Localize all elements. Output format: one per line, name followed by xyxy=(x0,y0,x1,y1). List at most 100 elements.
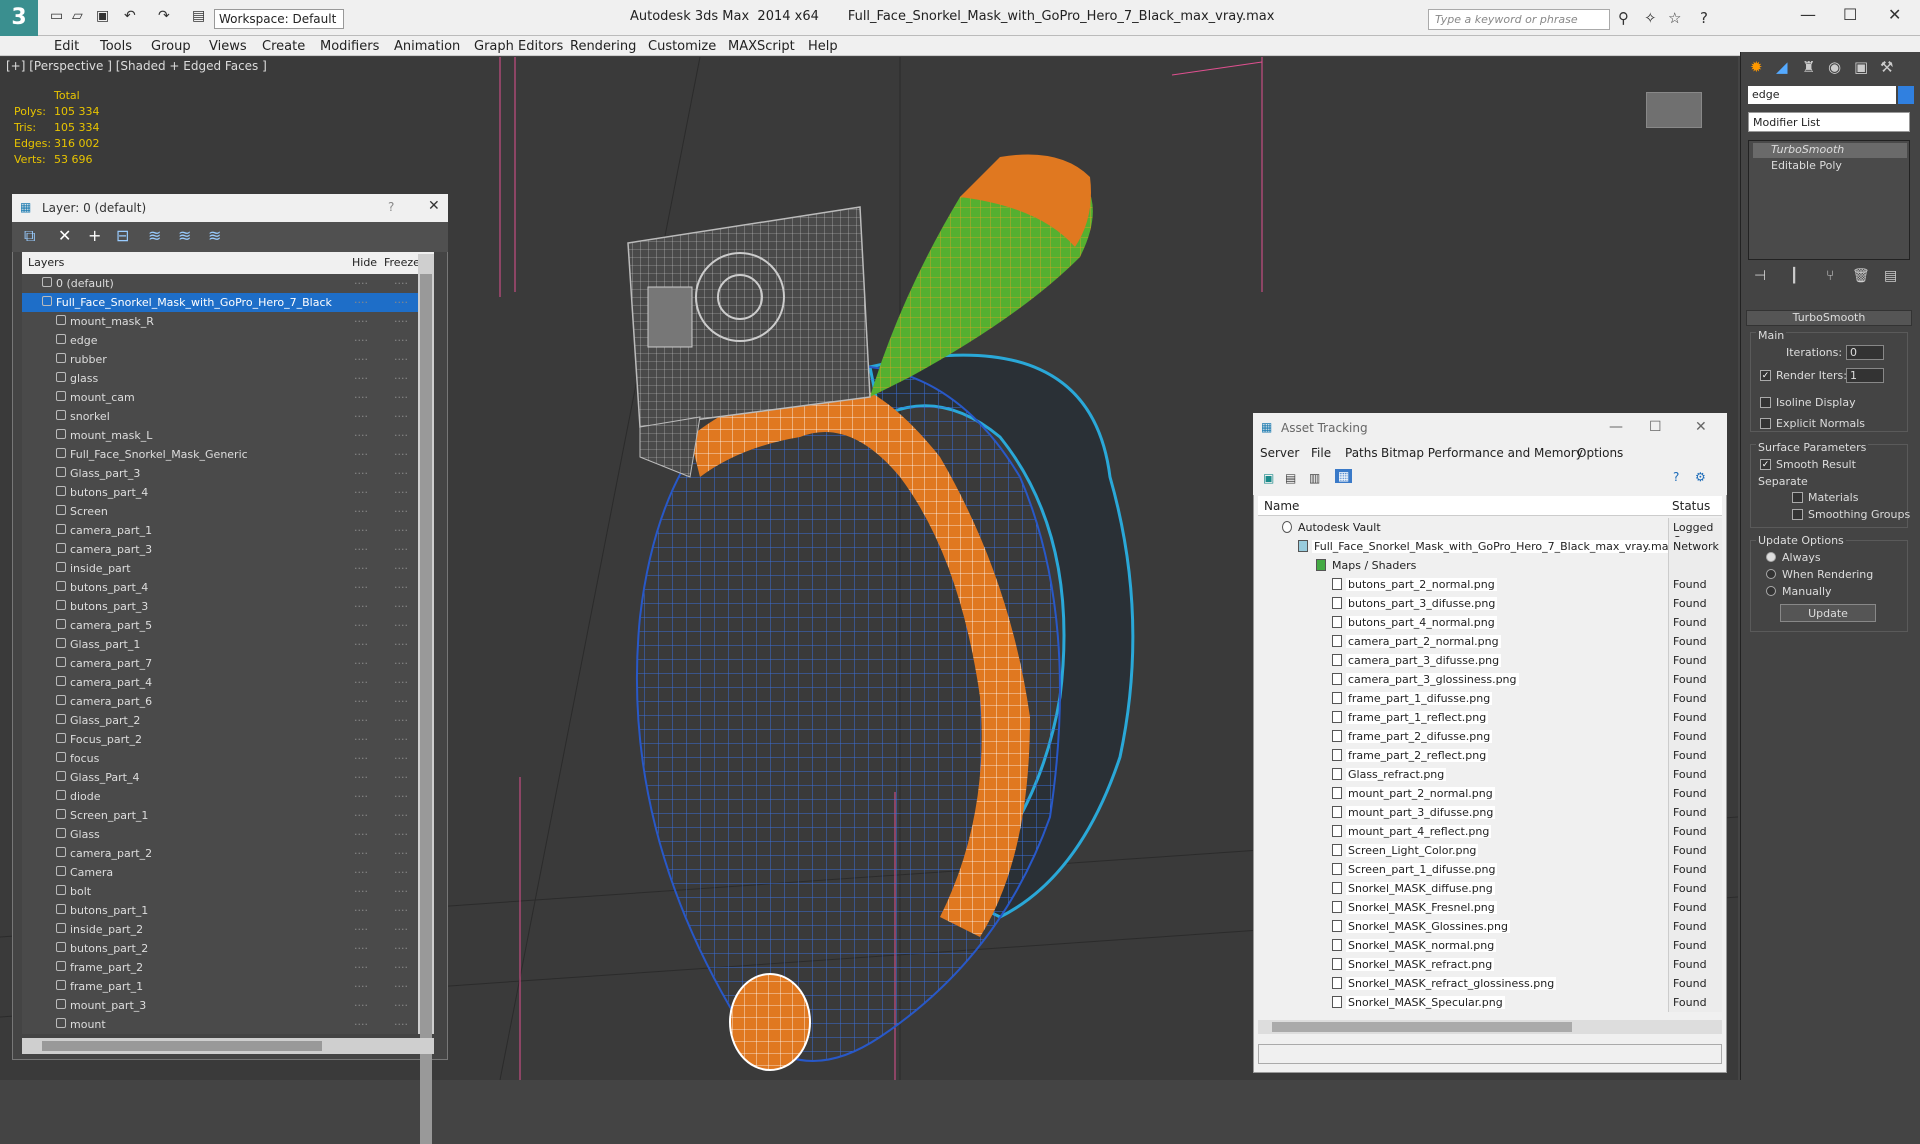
hide-toggle[interactable]: ···· xyxy=(354,961,368,974)
freeze-toggle[interactable]: ···· xyxy=(394,353,408,366)
menu-customize[interactable]: Customize xyxy=(648,39,716,54)
table-view-icon[interactable]: ▦ xyxy=(1335,469,1353,483)
viewcube[interactable] xyxy=(1646,92,1702,128)
menu-animation[interactable]: Animation xyxy=(394,39,460,54)
col-layers[interactable]: Layers xyxy=(28,256,64,269)
list-view-icon[interactable]: ▤ xyxy=(1285,471,1296,485)
add-to-layer-icon[interactable]: + xyxy=(88,226,101,245)
layer-object-row[interactable]: butons_part_1 ···· ···· xyxy=(22,901,418,920)
freeze-toggle[interactable]: ···· xyxy=(394,733,408,746)
asset-row[interactable]: frame_part_2_reflect.png Found xyxy=(1258,746,1722,765)
layer-object-row[interactable]: rubber ···· ···· xyxy=(22,350,418,369)
menu-views[interactable]: Views xyxy=(209,39,247,54)
layer-object-row[interactable]: Camera ···· ···· xyxy=(22,863,418,882)
asset-row[interactable]: Snorkel_MASK_normal.png Found xyxy=(1258,936,1722,955)
asset-path-field[interactable] xyxy=(1258,1044,1722,1064)
asset-row[interactable]: Snorkel_MASK_Specular.png Found xyxy=(1258,993,1722,1012)
freeze-toggle[interactable]: ···· xyxy=(394,315,408,328)
asset-row[interactable]: Glass_refract.png Found xyxy=(1258,765,1722,784)
layer-object-row[interactable]: butons_part_4 ···· ···· xyxy=(22,483,418,502)
asset-row[interactable]: Snorkel_MASK_Glossines.png Found xyxy=(1258,917,1722,936)
menu-server[interactable]: Server xyxy=(1260,446,1299,460)
freeze-toggle[interactable]: ···· xyxy=(394,467,408,480)
pin-stack-icon[interactable]: ⊣ xyxy=(1754,268,1766,284)
remove-modifier-icon[interactable]: 🗑 xyxy=(1852,268,1870,284)
menu-group[interactable]: Group xyxy=(151,39,191,54)
hide-toggle[interactable]: ···· xyxy=(354,486,368,499)
project-folder-icon[interactable]: ▤ xyxy=(192,8,205,24)
asset-row[interactable]: frame_part_1_difusse.png Found xyxy=(1258,689,1722,708)
asset-row-file[interactable]: Full_Face_Snorkel_Mask_with_GoPro_Hero_7… xyxy=(1258,537,1722,556)
hide-toggle[interactable]: ···· xyxy=(354,543,368,556)
help-icon[interactable]: ? xyxy=(388,200,394,214)
layer-object-row[interactable]: glass ···· ···· xyxy=(22,369,418,388)
create-tab-icon[interactable]: ✹ xyxy=(1750,58,1763,76)
asset-row[interactable]: camera_part_3_difusse.png Found xyxy=(1258,651,1722,670)
freeze-toggle[interactable]: ···· xyxy=(394,980,408,993)
menu-rendering[interactable]: Rendering xyxy=(570,39,636,54)
freeze-toggle[interactable]: ···· xyxy=(394,676,408,689)
smoothing-groups-checkbox[interactable] xyxy=(1792,509,1803,520)
hide-toggle[interactable]: ···· xyxy=(354,752,368,765)
freeze-toggle[interactable]: ···· xyxy=(394,429,408,442)
layer-object-row[interactable]: Glass_part_1 ···· ···· xyxy=(22,635,418,654)
hide-toggle[interactable]: ···· xyxy=(354,904,368,917)
freeze-toggle[interactable]: ···· xyxy=(394,391,408,404)
hide-toggle[interactable]: ···· xyxy=(354,695,368,708)
layer-object-row[interactable]: camera_part_5 ···· ···· xyxy=(22,616,418,635)
hide-toggle[interactable]: ···· xyxy=(354,562,368,575)
motion-tab-icon[interactable]: ◉ xyxy=(1828,58,1841,76)
freeze-toggle[interactable]: ···· xyxy=(394,372,408,385)
hide-toggle[interactable]: ···· xyxy=(354,657,368,670)
object-color-swatch[interactable] xyxy=(1898,86,1914,104)
asset-row[interactable]: Snorkel_MASK_refract.png Found xyxy=(1258,955,1722,974)
hide-toggle[interactable]: ···· xyxy=(354,372,368,385)
asset-row[interactable]: frame_part_1_reflect.png Found xyxy=(1258,708,1722,727)
viewport-label[interactable]: [+] [Perspective ] [Shaded + Edged Faces… xyxy=(6,59,267,73)
layer-object-row[interactable]: mount_mask_R ···· ···· xyxy=(22,312,418,331)
freeze-toggle[interactable]: ···· xyxy=(394,505,408,518)
redo-icon[interactable]: ↷ xyxy=(158,8,170,24)
hide-toggle[interactable]: ···· xyxy=(354,619,368,632)
freeze-toggle[interactable]: ···· xyxy=(394,866,408,879)
asset-row[interactable]: camera_part_2_normal.png Found xyxy=(1258,632,1722,651)
hide-toggle[interactable]: ···· xyxy=(354,790,368,803)
detail-view-icon[interactable]: ▥ xyxy=(1309,471,1320,485)
freeze-toggle[interactable]: ···· xyxy=(394,296,408,309)
menu-create[interactable]: Create xyxy=(262,39,305,54)
hide-toggle[interactable]: ···· xyxy=(354,524,368,537)
configure-sets-icon[interactable]: ▤ xyxy=(1884,268,1897,284)
isoline-checkbox[interactable] xyxy=(1760,397,1771,408)
hierarchy-tab-icon[interactable]: ♜ xyxy=(1802,58,1815,76)
layer-object-row[interactable]: butons_part_4 ···· ···· xyxy=(22,578,418,597)
asset-row[interactable]: butons_part_3_difusse.png Found xyxy=(1258,594,1722,613)
asset-row[interactable]: mount_part_3_difusse.png Found xyxy=(1258,803,1722,822)
asset-row[interactable]: Snorkel_MASK_diffuse.png Found xyxy=(1258,879,1722,898)
create-layer-icon[interactable]: ⧉ xyxy=(24,226,35,246)
hide-toggle[interactable]: ···· xyxy=(354,847,368,860)
maximize-button[interactable]: ☐ xyxy=(1843,5,1857,24)
freeze-toggle[interactable]: ···· xyxy=(394,657,408,670)
freeze-toggle[interactable]: ···· xyxy=(394,999,408,1012)
when-rendering-radio[interactable] xyxy=(1766,569,1776,579)
help-icon[interactable]: ? xyxy=(1673,470,1679,484)
hide-toggle[interactable]: ···· xyxy=(354,771,368,784)
smooth-result-checkbox[interactable]: ✓ xyxy=(1760,459,1771,470)
hide-toggle[interactable]: ···· xyxy=(354,714,368,727)
layer-object-row[interactable]: mount_cam ···· ···· xyxy=(22,388,418,407)
col-freeze[interactable]: Freeze xyxy=(384,256,420,269)
refresh-icon[interactable]: ▣ xyxy=(1263,471,1274,485)
menu-maxscript[interactable]: MAXScript xyxy=(728,39,795,54)
utilities-tab-icon[interactable]: ⚒ xyxy=(1880,58,1893,76)
display-tab-icon[interactable]: ▣ xyxy=(1854,58,1868,76)
freeze-toggle[interactable]: ···· xyxy=(394,885,408,898)
freeze-toggle[interactable]: ···· xyxy=(394,581,408,594)
menu-edit[interactable]: Edit xyxy=(54,39,79,54)
hide-toggle[interactable]: ···· xyxy=(354,353,368,366)
freeze-toggle[interactable]: ···· xyxy=(394,543,408,556)
search-input[interactable]: Type a keyword or phrase xyxy=(1428,9,1610,30)
freeze-toggle[interactable]: ···· xyxy=(394,904,408,917)
layer-object-row[interactable]: frame_part_1 ···· ···· xyxy=(22,977,418,996)
hide-toggle[interactable]: ···· xyxy=(354,866,368,879)
favorites-star-icon[interactable]: ☆ xyxy=(1668,9,1681,27)
